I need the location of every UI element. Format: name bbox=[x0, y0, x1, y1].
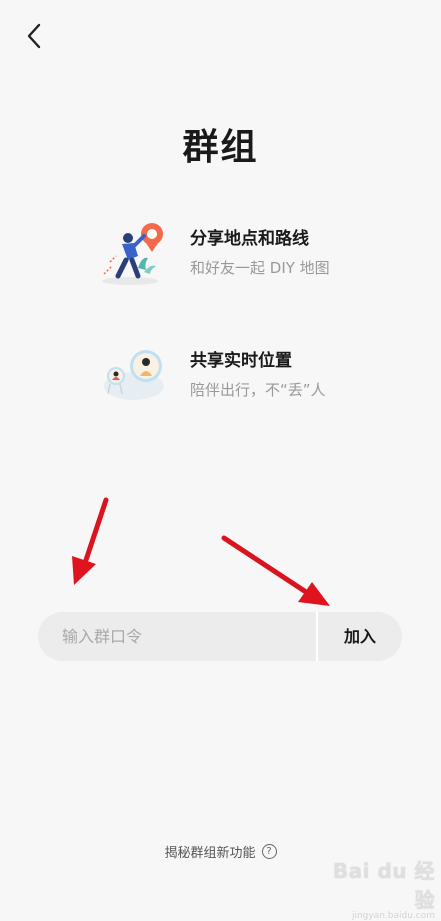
friends-avatars-illustration bbox=[104, 350, 164, 400]
join-button[interactable]: 加入 bbox=[318, 612, 402, 661]
feature-subtitle: 和好友一起 DIY 地图 bbox=[190, 259, 330, 277]
chevron-left-icon bbox=[27, 23, 41, 49]
annotation-arrow-right bbox=[221, 535, 330, 606]
map-pin-runner-illustration bbox=[102, 223, 163, 285]
page-title: 群组 bbox=[182, 127, 259, 168]
annotation-arrow-left bbox=[72, 497, 109, 585]
join-group-bar: 加入 bbox=[38, 612, 402, 661]
back-button[interactable] bbox=[18, 20, 50, 52]
help-icon: ? bbox=[261, 844, 277, 859]
feature-share-realtime: 共享实时位置 陪伴出行，不“丢”人 bbox=[100, 338, 400, 418]
feature-title: 共享实时位置 bbox=[190, 351, 292, 371]
watermark-url: jingyan.baidu.com bbox=[351, 911, 435, 921]
feature-title: 分享地点和路线 bbox=[190, 229, 309, 249]
watermark-logo: Bai du 经验 bbox=[332, 859, 435, 912]
feature-subtitle: 陪伴出行，不“丢”人 bbox=[190, 381, 326, 399]
watermark: Bai du 经验 jingyan.baidu.com bbox=[317, 855, 435, 921]
footer-link-label: 揭秘群组新功能 bbox=[164, 846, 256, 861]
feature-share-location: 分享地点和路线 和好友一起 DIY 地图 bbox=[100, 216, 400, 296]
group-code-input[interactable] bbox=[38, 612, 316, 661]
